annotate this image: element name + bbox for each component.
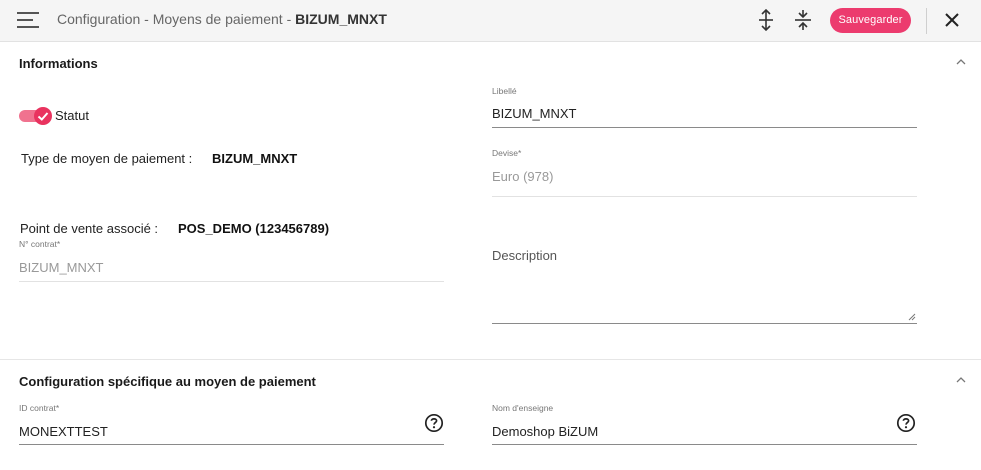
libelle-underline <box>492 127 917 128</box>
status-toggle[interactable] <box>19 107 52 125</box>
store-name-field[interactable]: Demoshop BiZUM <box>492 424 598 439</box>
save-button[interactable]: Sauvegarder <box>830 8 911 33</box>
help-icon[interactable] <box>424 413 444 433</box>
description-underline <box>492 323 917 324</box>
contract-number-label: N° contrat* <box>19 239 61 249</box>
pos-value: POS_DEMO (123456789) <box>178 221 330 236</box>
store-name-label: Nom d'enseigne <box>492 403 554 413</box>
payment-type-label: Type de moyen de paiement : <box>21 151 193 166</box>
breadcrumb-prefix: Configuration - Moyens de paiement - <box>57 11 296 27</box>
chevron-up-icon[interactable] <box>954 57 968 67</box>
toggle-knob <box>34 107 52 125</box>
breadcrumb: Configuration - Moyens de paiement - BIZ… <box>57 11 387 27</box>
breadcrumb-current: BIZUM_MNXT <box>295 11 387 27</box>
contract-number-field: BIZUM_MNXT <box>19 260 104 275</box>
devise-field: Euro (978) <box>492 169 554 184</box>
id-contract-underline <box>19 444 444 445</box>
collapse-all-icon[interactable] <box>792 9 814 31</box>
close-icon[interactable] <box>942 10 962 30</box>
chevron-up-icon[interactable] <box>954 375 968 385</box>
libelle-label: Libellé <box>492 86 517 96</box>
libelle-field[interactable]: BIZUM_MNXT <box>492 106 577 121</box>
section-divider <box>0 359 981 360</box>
help-icon[interactable] <box>896 413 916 433</box>
devise-underline <box>492 196 917 197</box>
description-textarea[interactable]: Description <box>492 248 557 263</box>
menu-icon[interactable] <box>15 9 43 31</box>
section-title-config: Configuration spécifique au moyen de pai… <box>19 374 316 389</box>
id-contract-field[interactable]: MONEXTTEST <box>19 424 108 439</box>
devise-label: Devise* <box>492 148 522 158</box>
check-icon <box>37 112 49 121</box>
store-name-underline <box>492 444 917 445</box>
expand-all-icon[interactable] <box>755 9 777 31</box>
header-divider <box>926 8 927 34</box>
id-contract-label: ID contrat* <box>19 403 60 413</box>
section-title-informations: Informations <box>19 56 98 71</box>
payment-type-value: BIZUM_MNXT <box>212 151 298 166</box>
resize-grip-icon[interactable] <box>908 313 916 321</box>
contract-number-underline <box>19 281 444 282</box>
pos-label: Point de vente associé : <box>20 221 159 236</box>
status-label: Statut <box>55 108 89 123</box>
